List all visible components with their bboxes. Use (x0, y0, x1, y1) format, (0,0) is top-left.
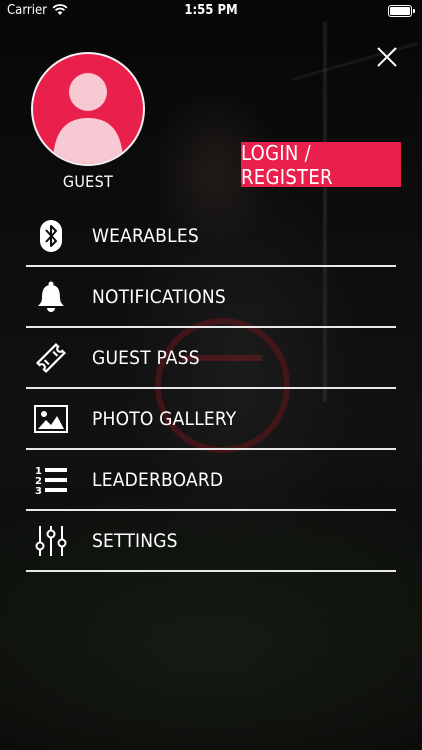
menu-item-notifications[interactable]: NOTIFICATIONS (26, 267, 396, 328)
close-icon[interactable] (376, 46, 398, 68)
ticket-icon (34, 342, 68, 374)
menu-item-label: PHOTO GALLERY (92, 408, 237, 430)
menu-item-label: LEADERBOARD (92, 469, 224, 491)
bell-icon (34, 281, 68, 313)
bluetooth-icon (34, 220, 68, 252)
menu-item-guest-pass[interactable]: GUEST PASS (26, 328, 396, 389)
svg-text:3: 3 (35, 486, 42, 496)
battery-icon (388, 5, 415, 17)
menu-item-photo-gallery[interactable]: PHOTO GALLERY (26, 389, 396, 450)
sliders-icon (34, 525, 68, 557)
menu-item-label: GUEST PASS (92, 347, 200, 369)
user-icon (53, 73, 123, 164)
menu-item-label: WEARABLES (92, 225, 199, 247)
menu-item-wearables[interactable]: WEARABLES (26, 206, 396, 267)
avatar[interactable] (31, 52, 145, 166)
profile-name: GUEST (62, 172, 114, 191)
side-menu: WEARABLES NOTIFICATIONS GUEST PASS PHOTO… (26, 206, 396, 572)
menu-item-settings[interactable]: SETTINGS (26, 511, 396, 572)
login-register-button[interactable]: LOGIN / REGISTER (241, 141, 401, 189)
ranked-list-icon: 1 2 3 (34, 464, 68, 496)
menu-item-leaderboard[interactable]: 1 2 3 LEADERBOARD (26, 450, 396, 511)
menu-item-label: SETTINGS (92, 530, 178, 552)
menu-item-label: NOTIFICATIONS (92, 286, 226, 308)
image-icon (34, 403, 68, 435)
status-time: 1:55 PM (184, 3, 238, 18)
status-bar: Carrier 1:55 PM (0, 0, 422, 22)
